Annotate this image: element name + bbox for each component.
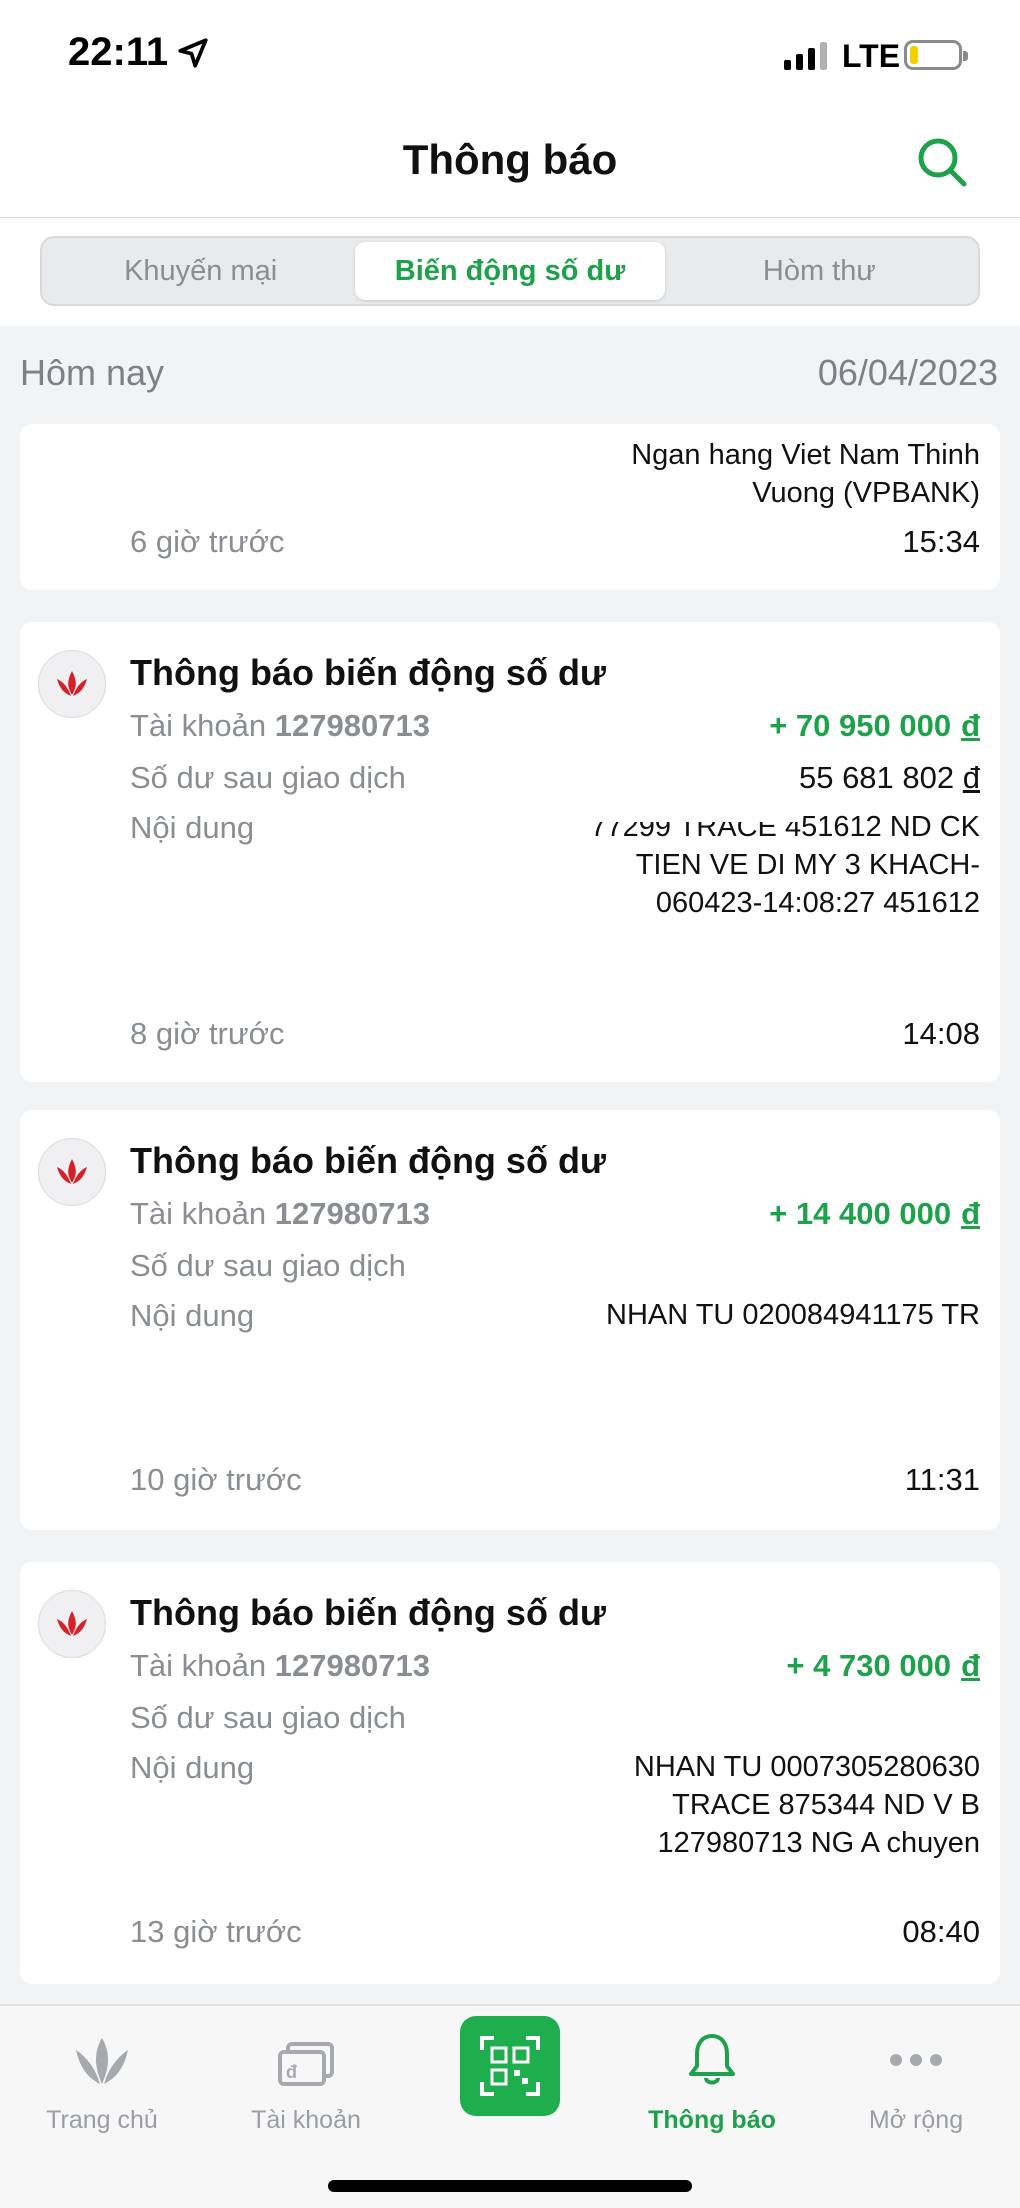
content-label: Nội dung — [130, 810, 255, 845]
notification-time: 15:34 — [902, 524, 980, 559]
amount-value: + 4 730 000 — [786, 1648, 952, 1683]
amount-value: + 70 950 000 — [769, 708, 952, 743]
location-arrow-icon — [178, 38, 208, 68]
date-value: 06/04/2023 — [817, 352, 998, 393]
redaction-overlay — [580, 742, 800, 822]
vpbank-logo-icon — [38, 1590, 106, 1658]
notification-card[interactable]: Thông báo biến động số dư Tài khoản 1279… — [20, 622, 1000, 1082]
account-label: Tài khoản — [130, 1196, 267, 1231]
balance-label: Số dư sau giao dịch — [130, 1700, 406, 1735]
vpbank-logo-icon — [38, 1138, 106, 1206]
content-label: Nội dung — [130, 1298, 255, 1333]
home-indicator[interactable] — [328, 2180, 692, 2192]
date-section-header: Hôm nay 06/04/2023 — [0, 326, 1020, 422]
svg-text:đ: đ — [286, 2062, 297, 2082]
battery-icon — [904, 40, 968, 70]
balance-currency: đ — [962, 760, 980, 795]
notification-title: Thông báo biến động số dư — [130, 652, 606, 693]
header: Thông báo — [0, 110, 1020, 218]
account-card-icon: đ — [278, 2042, 334, 2086]
nav-label: Mở rộng — [868, 2106, 964, 2134]
amount-row: + 70 950 000 đ — [769, 708, 980, 744]
nav-trang-chu[interactable]: Trang chủ — [12, 2006, 192, 2146]
signal-icon — [784, 40, 827, 70]
more-dots-icon — [890, 2054, 942, 2066]
account-number: 127980713 — [274, 1648, 430, 1683]
nav-label: Trang chủ — [46, 2106, 158, 2134]
redaction-overlay — [660, 1722, 1000, 1752]
account-row: Tài khoản 127980713 — [130, 1196, 430, 1232]
account-row: Tài khoản 127980713 — [130, 708, 430, 744]
date-label-today: Hôm nay — [20, 352, 165, 393]
notification-card-partial[interactable]: Ngan hang Viet Nam Thinh Vuong (VPBANK) … — [20, 424, 1000, 590]
account-label: Tài khoản — [130, 1648, 267, 1683]
bell-icon — [689, 2034, 735, 2085]
account-number: 127980713 — [274, 708, 430, 743]
redaction-overlay — [580, 1324, 1000, 1444]
notification-title: Thông báo biến động số dư — [130, 1140, 606, 1181]
nav-mo-rong[interactable]: Mở rộng — [826, 2006, 1006, 2146]
balance-label: Số dư sau giao dịch — [130, 760, 406, 795]
notification-content: NHAN TU 0007305280630 TRACE 875344 ND V … — [633, 1751, 980, 1859]
page-title: Thông báo — [402, 136, 618, 183]
account-number: 127980713 — [274, 1196, 430, 1231]
notification-ago: 8 giờ trước — [130, 1016, 285, 1051]
balance-row: 55 681 802 đ — [799, 760, 980, 796]
notification-card[interactable]: Thông báo biến động số dư Tài khoản 1279… — [20, 1110, 1000, 1530]
balance-label: Số dư sau giao dịch — [130, 1248, 406, 1283]
balance-value: 55 681 802 — [798, 760, 955, 795]
amount-row: + 14 400 000 đ — [769, 1196, 980, 1232]
amount-row: + 4 730 000 đ — [786, 1648, 980, 1684]
content-label: Nội dung — [130, 1750, 255, 1785]
notification-ago: 13 giờ trước — [130, 1914, 302, 1949]
notification-content: 77299 TRACE 451612 ND CK TIEN VE DI MY 3… — [590, 811, 980, 919]
notification-ago: 10 giờ trước — [130, 1462, 302, 1497]
tabs-container: Khuyến mại Biến động số dư Hòm thư — [0, 218, 1020, 326]
currency-symbol: đ — [961, 1648, 980, 1683]
notification-card[interactable]: Thông báo biến động số dư Tài khoản 1279… — [20, 1562, 1000, 1984]
notification-ago: 6 giờ trước — [130, 524, 285, 559]
vpbank-logo-icon — [38, 650, 106, 718]
tab-khuyen-mai[interactable]: Khuyến mại — [46, 242, 355, 300]
qr-code-icon — [480, 2036, 540, 2096]
qr-scan-button[interactable] — [460, 2016, 560, 2116]
notification-title: Thông báo biến động số dư — [130, 1592, 606, 1633]
nav-tai-khoan[interactable]: đ Tài khoản — [216, 2006, 396, 2146]
currency-symbol: đ — [961, 1196, 980, 1231]
network-type: LTE — [842, 38, 901, 74]
tab-hom-thu[interactable]: Hòm thư — [665, 242, 974, 300]
status-time: 22:11 — [68, 30, 169, 74]
currency-symbol: đ — [961, 708, 980, 743]
segmented-tabs: Khuyến mại Biến động số dư Hòm thư — [40, 236, 980, 306]
notification-time: 14:08 — [902, 1016, 980, 1051]
nav-label: Tài khoản — [251, 2106, 361, 2134]
notification-content: Ngan hang Viet Nam Thinh Vuong (VPBANK) — [631, 439, 980, 509]
search-icon[interactable] — [912, 132, 972, 192]
notification-time: 11:31 — [904, 1462, 980, 1497]
status-bar: 22:11 LTE — [0, 0, 1020, 110]
home-leaf-icon — [76, 2038, 128, 2084]
bottom-tab-bar: Trang chủ đ Tài khoản Thông báo Mở rộng — [0, 2004, 1020, 2208]
notification-time: 08:40 — [902, 1914, 980, 1949]
tab-bien-dong-so-du[interactable]: Biến động số dư — [355, 242, 665, 300]
account-row: Tài khoản 127980713 — [130, 1648, 430, 1684]
account-label: Tài khoản — [130, 708, 267, 743]
nav-label: Thông báo — [648, 2106, 776, 2134]
amount-value: + 14 400 000 — [769, 1196, 952, 1231]
nav-thong-bao[interactable]: Thông báo — [622, 2006, 802, 2146]
